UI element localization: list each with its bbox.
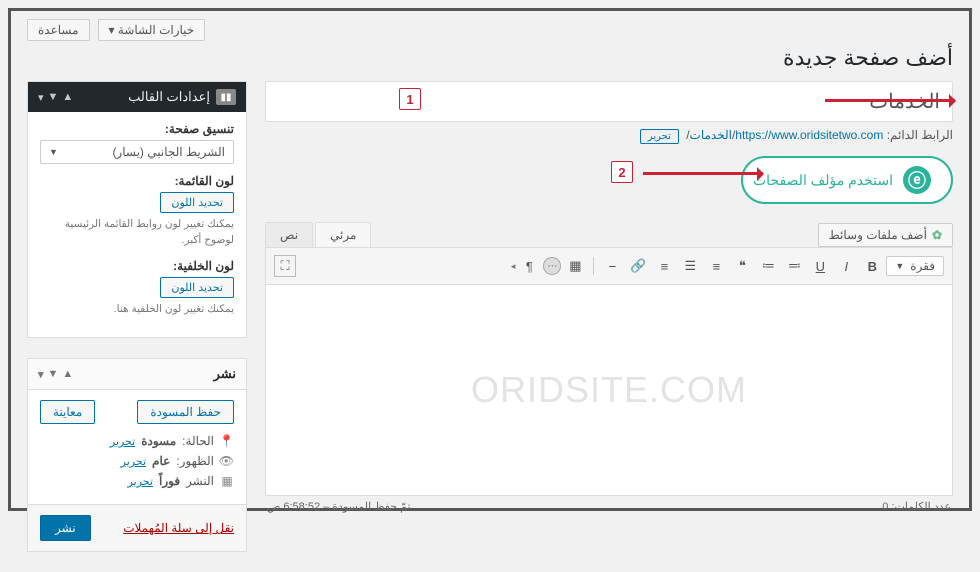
status-edit-link[interactable]: تحرير xyxy=(110,435,135,448)
permalink-label: الرابط الدائم: xyxy=(887,128,953,142)
watermark-text: ORIDSITE.COM xyxy=(471,369,747,411)
pin-icon: 📍 xyxy=(220,434,234,448)
paragraph-label: فقرة xyxy=(910,259,935,273)
move-to-trash-link[interactable]: نقل إلى سلة المُهملات xyxy=(123,521,234,535)
schedule-edit-link[interactable]: تحرير xyxy=(128,475,153,488)
eye-icon: 👁 xyxy=(220,454,234,468)
menu-color-button[interactable]: تحديد اللون xyxy=(160,192,234,213)
link-button[interactable]: 🔗 xyxy=(626,254,650,278)
tab-text[interactable]: نص xyxy=(265,222,313,247)
page-format-value: الشريط الجانبي (يسار) xyxy=(112,145,225,159)
bold-button[interactable]: B xyxy=(860,254,884,278)
blockquote-button[interactable]: ❝ xyxy=(730,254,754,278)
visibility-value: عام xyxy=(152,454,170,468)
draft-saved-time: 6:58:52 ص xyxy=(267,501,320,513)
align-center-button[interactable]: ☰ xyxy=(678,254,702,278)
visibility-label: الظهور: xyxy=(176,454,214,468)
page-format-label: تنسيق صفحة: xyxy=(40,122,234,136)
permalink-slug[interactable]: الخدمات xyxy=(690,128,732,142)
panel-down-icon[interactable]: ▼ xyxy=(48,91,59,104)
paragraph-selector[interactable]: فقرة ▼ xyxy=(886,256,944,276)
bg-color-button[interactable]: تحديد اللون xyxy=(160,277,234,298)
annotation-arrow-2 xyxy=(643,172,763,175)
use-page-composer-button[interactable]: ⓔ استخدم مؤلف الصفحات xyxy=(741,156,953,204)
media-icon: ✿ xyxy=(932,228,942,242)
add-media-button[interactable]: ✿ أضف ملفات وسائط xyxy=(818,223,953,247)
publish-panel-title: نشر xyxy=(214,366,236,382)
permalink-base[interactable]: https://www.oridsitetwo.com xyxy=(735,128,883,142)
calendar-icon: ▦ xyxy=(220,474,234,488)
word-count-label: عدد الكلمات: xyxy=(891,501,951,513)
content-editor: فقرة ▼ B I U ≔ ≕ ❝ ≡ ☰ ≡ 🔗 ⎯ xyxy=(265,247,953,496)
word-count-value: 0 xyxy=(882,501,888,513)
annotation-badge-1: 1 xyxy=(399,88,421,110)
status-value: مسودة xyxy=(141,434,176,448)
pilcrow-caret: ◂ xyxy=(511,261,516,272)
align-left-button[interactable]: ≡ xyxy=(704,254,728,278)
toolbar-toggle-button[interactable]: ▦ xyxy=(563,254,587,278)
status-label: الحالة: xyxy=(182,434,214,448)
italic-button[interactable]: I xyxy=(834,254,858,278)
bg-color-help: يمكنك تغيير لون الخلفية هنا. xyxy=(40,302,234,318)
theme-settings-panel: ▮▮إعدادات القالب ▲▼▾ تنسيق صفحة: الشريط … xyxy=(27,81,247,338)
help-button[interactable]: مساعدة xyxy=(27,19,90,41)
schedule-value: فوراً xyxy=(159,474,180,488)
dropdown-caret-icon: ▼ xyxy=(895,261,904,271)
toolbar-separator xyxy=(593,257,594,275)
publish-panel: نشر ▲▼ ▾ حفظ المسودة معاينة 📍 الحالة: مسو… xyxy=(27,358,247,552)
screen-options-label: خيارات الشاشة xyxy=(118,23,194,37)
permalink-row: الرابط الدائم: https://www.oridsitetwo.c… xyxy=(265,128,953,144)
pilcrow-button[interactable]: ¶ xyxy=(517,254,541,278)
permalink-edit-button[interactable]: تحرير xyxy=(640,129,679,144)
schedule-label: النشر xyxy=(186,474,214,488)
ordered-list-button[interactable]: ≕ xyxy=(756,254,780,278)
kitchen-sink-button[interactable]: ⋯ xyxy=(543,257,561,275)
screen-options-button[interactable]: خيارات الشاشة ▾ xyxy=(98,19,206,41)
theme-brand-icon: ▮▮ xyxy=(216,89,236,105)
panel-down-icon[interactable]: ▼ xyxy=(48,368,59,381)
composer-label: استخدم مؤلف الصفحات xyxy=(753,172,893,189)
annotation-badge-2: 2 xyxy=(611,161,633,183)
unordered-list-button[interactable]: ≔ xyxy=(782,254,806,278)
select-caret-icon: ▼ xyxy=(49,147,58,157)
visibility-edit-link[interactable]: تحرير xyxy=(121,455,146,468)
page-format-select[interactable]: الشريط الجانبي (يسار) ▼ xyxy=(40,140,234,164)
editor-canvas[interactable]: ORIDSITE.COM xyxy=(266,285,952,495)
theme-panel-title: إعدادات القالب xyxy=(128,89,210,105)
fullscreen-button[interactable]: ⛶ xyxy=(274,255,296,277)
annotation-arrow-1 xyxy=(825,99,955,102)
panel-toggle-icon[interactable]: ▾ xyxy=(38,368,44,381)
align-right-button[interactable]: ≡ xyxy=(652,254,676,278)
publish-button[interactable]: نشر xyxy=(40,515,91,541)
bg-color-label: لون الخلفية: xyxy=(40,259,234,273)
menu-color-help: يمكنك تغيير لون روابط القائمة الرئيسية ل… xyxy=(40,217,234,249)
panel-up-icon[interactable]: ▲ xyxy=(62,91,73,104)
menu-color-label: لون القائمة: xyxy=(40,174,234,188)
save-draft-button[interactable]: حفظ المسودة xyxy=(137,400,234,424)
panel-up-icon[interactable]: ▲ xyxy=(62,368,73,381)
draft-saved-label: تمّ حفظ المسودة – xyxy=(320,501,410,513)
read-more-button[interactable]: ⎯ xyxy=(600,254,624,278)
page-title: أضف صفحة جديدة xyxy=(27,45,953,71)
tab-visual[interactable]: مرئي xyxy=(315,222,371,247)
add-media-label: أضف ملفات وسائط xyxy=(829,228,927,242)
underline-button[interactable]: U xyxy=(808,254,832,278)
preview-button[interactable]: معاينة xyxy=(40,400,95,424)
composer-icon: ⓔ xyxy=(903,166,931,194)
panel-toggle-icon[interactable]: ▾ xyxy=(38,91,44,104)
